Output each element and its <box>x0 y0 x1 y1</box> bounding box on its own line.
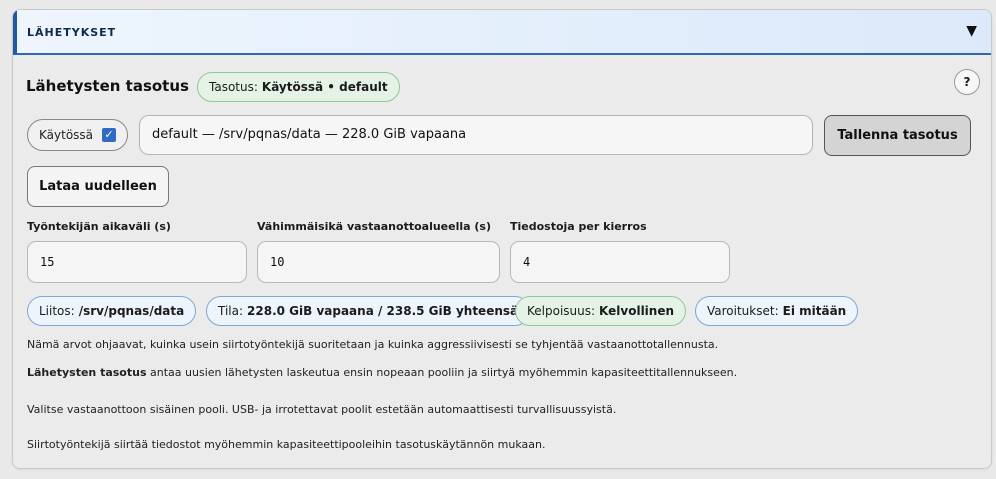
warnings-badge: Varoitukset: Ei mitään <box>695 296 859 326</box>
space-badge-label: Tila: <box>218 304 244 318</box>
worker-interval-input[interactable]: 15 <box>27 241 247 283</box>
info-line-3: Valitse vastaanottoon sisäinen pooli. US… <box>27 403 617 416</box>
uploads-panel: LÄHETYKSET ▼ Lähetysten tasotus Tasotus:… <box>12 9 992 469</box>
panel-title: LÄHETYKSET <box>27 26 117 39</box>
space-badge-value: 228.0 GiB vapaana / 238.5 GiB yhteensä <box>247 304 519 318</box>
mount-badge-value: /srv/pqnas/data <box>78 304 185 318</box>
info-line-2: Lähetysten tasotus antaa uusien lähetyst… <box>27 366 737 379</box>
worker-interval-label: Työntekijän aikaväli (s) <box>27 220 171 233</box>
files-per-round-input[interactable]: 4 <box>510 241 730 283</box>
mount-badge-label: Liitos: <box>39 304 75 318</box>
info-line-2-rest: antaa uusien lähetysten laskeutua ensin … <box>146 366 738 379</box>
enabled-checkbox[interactable]: ✓ <box>102 128 116 142</box>
min-age-input[interactable]: 10 <box>257 241 500 283</box>
info-line-2-bold: Lähetysten tasotus <box>27 366 147 379</box>
tiering-status-badge: Tasotus: Käytössä • default <box>197 72 400 102</box>
warnings-badge-label: Varoitukset: <box>707 304 779 318</box>
validity-badge-label: Kelpoisuus: <box>527 304 596 318</box>
mount-badge: Liitos:/srv/pqnas/data <box>27 296 197 326</box>
triangle-down-icon[interactable]: ▼ <box>966 23 977 39</box>
section-title: Lähetysten tasotus <box>26 77 189 95</box>
files-per-round-label: Tiedostoja per kierros <box>510 220 647 233</box>
panel-header[interactable]: LÄHETYKSET ▼ <box>13 10 991 55</box>
reload-button[interactable]: Lataa uudelleen <box>27 166 169 207</box>
info-line-4: Siirtotyöntekijä siirtää tiedostot myöhe… <box>27 438 546 451</box>
pool-select[interactable]: default — /srv/pqnas/data — 228.0 GiB va… <box>139 115 813 155</box>
enabled-label: Käytössä <box>39 128 94 142</box>
validity-badge-value: Kelvollinen <box>599 304 675 318</box>
space-badge: Tila: 228.0 GiB vapaana / 238.5 GiB yhtee… <box>206 296 531 326</box>
validity-badge: Kelpoisuus: Kelvollinen <box>515 296 687 326</box>
info-line-1: Nämä arvot ohjaavat, kuinka usein siirto… <box>27 338 719 351</box>
tiering-status-label: Tasotus: <box>209 80 258 94</box>
enabled-toggle[interactable]: Käytössä ✓ <box>27 119 128 151</box>
min-age-label: Vähimmäisikä vastaanottoalueella (s) <box>257 220 491 233</box>
warnings-badge-value: Ei mitään <box>782 304 847 318</box>
tiering-status-value: Käytössä • default <box>261 80 388 94</box>
save-tiering-button[interactable]: Tallenna tasotus <box>824 115 971 156</box>
help-button[interactable]: ? <box>954 69 980 95</box>
